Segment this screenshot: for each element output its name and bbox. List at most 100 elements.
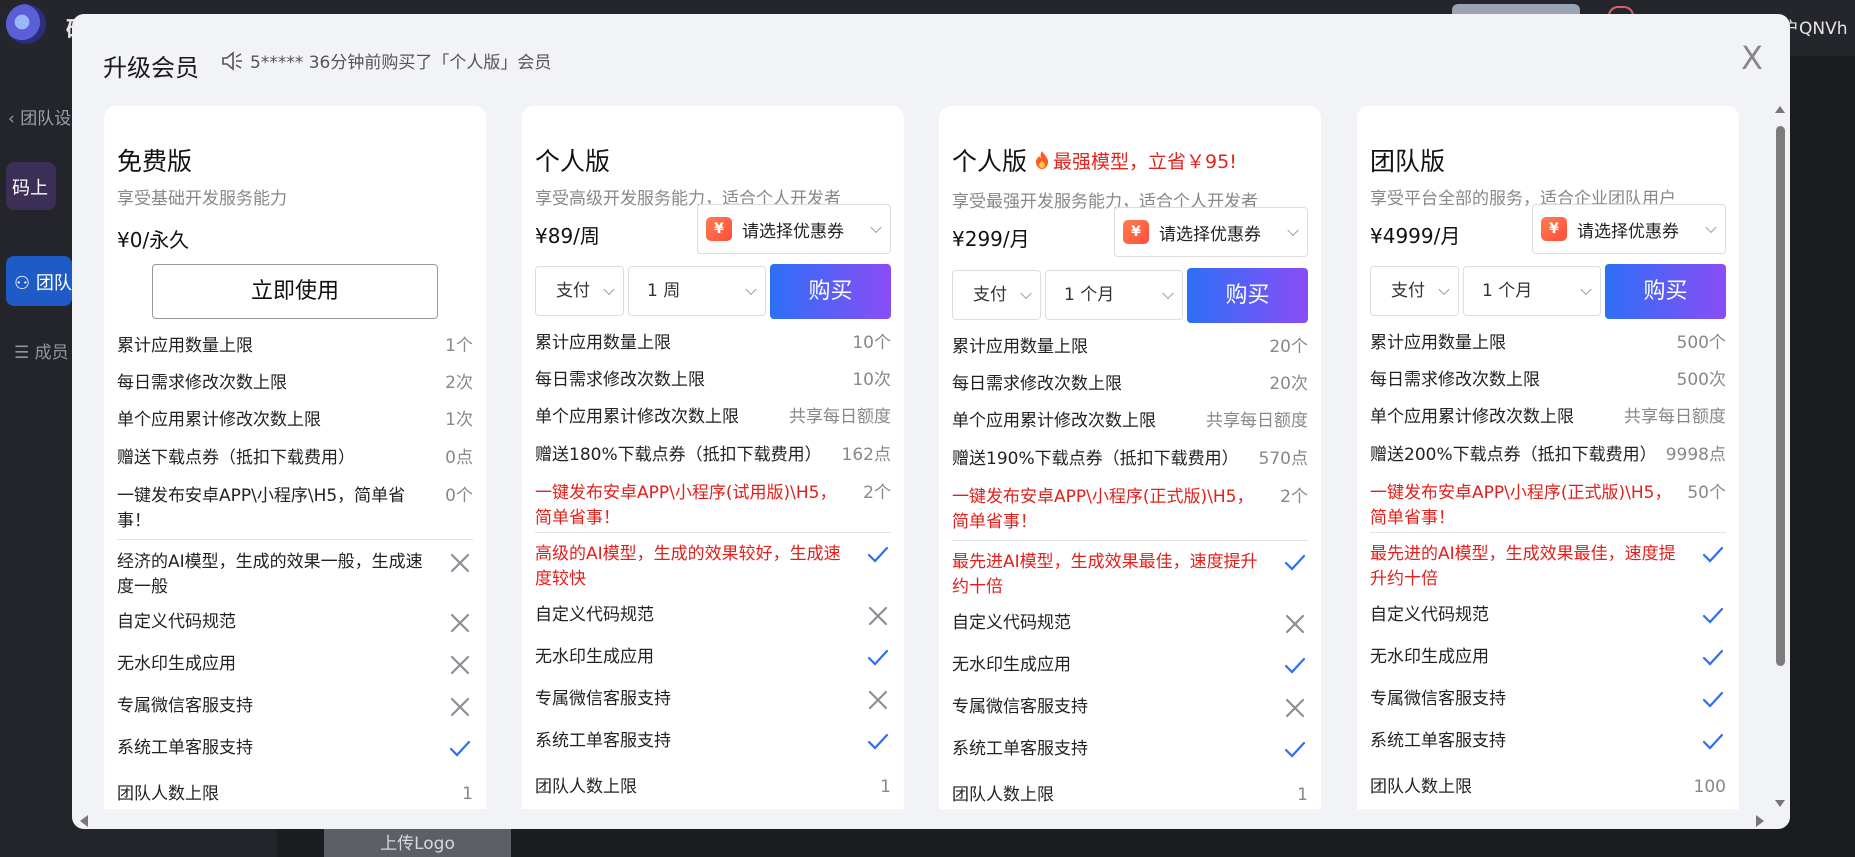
check-icon xyxy=(1702,691,1724,708)
close-button[interactable]: X xyxy=(1734,40,1770,76)
plan-cards: 免费版 享受基础开发服务能力 ¥0/永久 立即使用 累计应用数量上限 1个 每日需求… xyxy=(104,106,1740,809)
payment-select[interactable]: 支付 xyxy=(535,266,624,316)
topbar-button[interactable] xyxy=(1452,4,1580,14)
cross-icon xyxy=(1285,614,1305,634)
cross-icon xyxy=(868,690,888,710)
plan-price: ¥0/永久 xyxy=(117,228,190,252)
plan-feature-row: 每日需求修改次数上限 10次 xyxy=(535,368,891,393)
check-icon xyxy=(867,649,889,666)
plan-card-team: 团队版 享受平台全部的服务，适合企业团队用户 ¥4999/月 ¥ 请选择优惠券 … xyxy=(1357,106,1739,809)
duration-label: 1 个月 xyxy=(1482,281,1533,301)
feature-label: 赠送180%下载点券（抵扣下载费用） xyxy=(535,445,822,465)
horizontal-scrollbar[interactable] xyxy=(72,811,1790,829)
check-icon xyxy=(449,740,471,757)
plan-name-text: 个人版 xyxy=(952,147,1028,176)
upload-logo-button[interactable]: 上传Logo xyxy=(324,828,511,857)
scroll-down-icon[interactable] xyxy=(1775,800,1785,807)
scroll-right-icon[interactable] xyxy=(1756,815,1764,827)
cross-icon xyxy=(450,553,470,573)
chevron-down-icon xyxy=(1287,224,1299,237)
feature-label: 赠送下载点券（抵扣下载费用） xyxy=(117,448,355,468)
chevron-down-icon xyxy=(1580,283,1592,296)
chevron-down-icon xyxy=(1438,283,1450,296)
feature-value: 10次 xyxy=(852,370,891,390)
plan-feature-row: 一键发布安卓APP\小程序(正式版)\H5，简单省事！ 2个 xyxy=(952,485,1308,535)
feature-value: 1 xyxy=(880,777,891,797)
duration-select[interactable]: 1 周 xyxy=(628,266,766,316)
payment-select[interactable]: 支付 xyxy=(1370,266,1459,316)
coupon-label: 请选择优惠券 xyxy=(1159,224,1261,245)
plan-feature-row: 专属微信客服支持 xyxy=(1370,687,1726,713)
plan-feature-row: 专属微信客服支持 xyxy=(535,687,891,713)
check-icon xyxy=(1702,649,1724,666)
buy-button[interactable]: 购买 xyxy=(770,264,891,319)
cross-icon xyxy=(450,655,470,675)
feature-label: 无水印生成应用 xyxy=(117,654,236,674)
back-link[interactable]: ‹ 团队设 xyxy=(8,104,71,129)
coupon-select[interactable]: ¥ 请选择优惠券 xyxy=(1532,204,1726,254)
plan-feature-row: 赠送下载点券（抵扣下载费用） 0点 xyxy=(117,446,473,471)
plan-feature-row: 单个应用累计修改次数上限 共享每日额度 xyxy=(1370,405,1726,430)
feature-value: 162点 xyxy=(841,445,891,465)
feature-label: 一键发布安卓APP\小程序\H5，简单省事！ xyxy=(117,486,406,531)
feature-label: 累计应用数量上限 xyxy=(535,333,671,353)
scroll-left-icon[interactable] xyxy=(80,815,88,827)
feature-label: 每日需求修改次数上限 xyxy=(117,373,287,393)
feature-label: 单个应用累计修改次数上限 xyxy=(535,407,739,427)
feature-label: 自定义代码规范 xyxy=(117,612,236,632)
app-logo-icon[interactable] xyxy=(6,4,46,44)
feature-label: 专属微信客服支持 xyxy=(1370,689,1506,709)
buy-button[interactable]: 购买 xyxy=(1187,268,1308,323)
feature-label: 专属微信客服支持 xyxy=(952,697,1088,717)
payment-select[interactable]: 支付 xyxy=(952,270,1041,320)
plan-feature-row: 系统工单客服支持 xyxy=(535,729,891,755)
feature-label: 系统工单客服支持 xyxy=(1370,731,1506,751)
coupon-select[interactable]: ¥ 请选择优惠券 xyxy=(1114,207,1308,257)
duration-select[interactable]: 1 个月 xyxy=(1045,270,1183,320)
plan-feature-row: 最先进AI模型，生成效果最佳，速度提升约十倍 xyxy=(952,550,1308,600)
plan-feature-row: 无水印生成应用 xyxy=(1370,645,1726,671)
sidebar-item-label: 团队 xyxy=(35,273,72,294)
buy-button[interactable]: 购买 xyxy=(1605,264,1726,319)
plan-feature-row: 累计应用数量上限 500个 xyxy=(1370,331,1726,356)
feature-label: 每日需求修改次数上限 xyxy=(535,370,705,390)
duration-select[interactable]: 1 个月 xyxy=(1463,266,1601,316)
feature-label: 无水印生成应用 xyxy=(952,655,1071,675)
plan-feature-row: 团队人数上限 1 xyxy=(952,783,1308,808)
promo-text: 最强模型，立省￥95! xyxy=(1053,150,1237,173)
plan-feature-row: 无水印生成应用 xyxy=(535,645,891,671)
plan-name: 个人版 最强模型，立省￥95! xyxy=(952,142,1237,178)
feature-label: 单个应用累计修改次数上限 xyxy=(1370,407,1574,427)
project-tile[interactable]: 码上 xyxy=(6,162,56,210)
payment-label: 支付 xyxy=(556,281,590,301)
notice-text: 5***** 36分钟前购买了「个人版」会员 xyxy=(250,53,552,73)
vertical-scrollbar[interactable] xyxy=(1772,106,1786,807)
plan-feature-row: 专属微信客服支持 xyxy=(117,694,473,720)
feature-label: 无水印生成应用 xyxy=(535,647,654,667)
sidebar-item-team[interactable]: ⚇ 团队 xyxy=(6,256,72,306)
scrollbar-thumb[interactable] xyxy=(1776,126,1785,666)
feature-label: 经济的AI模型，生成的效果一般，生成速度一般 xyxy=(117,552,423,597)
coupon-select[interactable]: ¥ 请选择优惠券 xyxy=(697,204,891,254)
feature-value: 1次 xyxy=(445,410,473,430)
duration-label: 1 周 xyxy=(647,281,681,301)
plan-card-free: 免费版 享受基础开发服务能力 ¥0/永久 立即使用 累计应用数量上限 1个 每日需求… xyxy=(104,106,486,809)
feature-value: 100 xyxy=(1693,777,1726,797)
plan-name: 团队版 xyxy=(1370,147,1446,176)
plan-desc: 享受基础开发服务能力 xyxy=(117,189,287,209)
feature-value: 2个 xyxy=(1280,487,1308,507)
scroll-up-icon[interactable] xyxy=(1775,106,1785,113)
coupon-icon: ¥ xyxy=(706,217,732,241)
feature-label: 赠送190%下载点券（抵扣下载费用） xyxy=(952,449,1239,469)
feature-label: 团队人数上限 xyxy=(535,777,637,797)
sidebar-item-members[interactable]: ☰ 成员 xyxy=(14,338,69,363)
coupon-icon: ¥ xyxy=(1123,220,1149,244)
user-name[interactable]: 户QNVh xyxy=(1782,14,1848,39)
use-now-button[interactable]: 立即使用 xyxy=(152,264,438,319)
plan-price: ¥299/月 xyxy=(952,227,1030,251)
feature-label: 单个应用累计修改次数上限 xyxy=(952,411,1156,431)
payment-label: 支付 xyxy=(1391,281,1425,301)
divider xyxy=(952,540,1308,541)
feature-value: 2次 xyxy=(445,373,473,393)
feature-label: 累计应用数量上限 xyxy=(1370,333,1506,353)
